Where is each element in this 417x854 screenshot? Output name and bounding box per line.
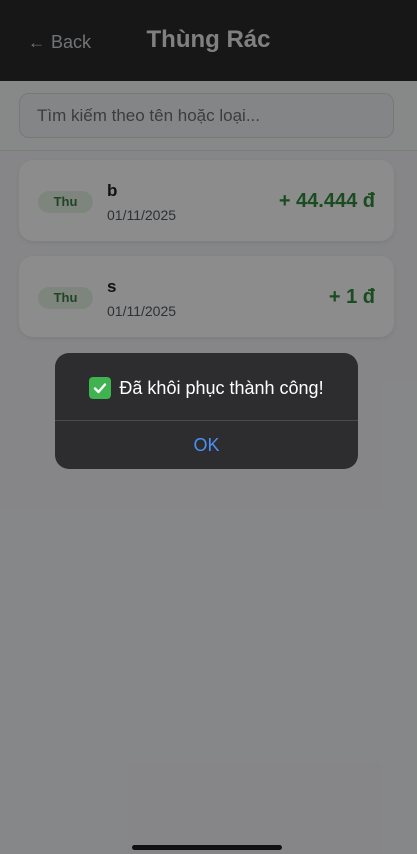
alert-message: Đã khôi phục thành công!: [119, 377, 324, 398]
home-indicator: [132, 845, 282, 850]
alert-message-row: Đã khôi phục thành công!: [55, 373, 358, 403]
check-icon: [89, 377, 112, 399]
ok-button[interactable]: OK: [55, 421, 358, 469]
success-alert: Đã khôi phục thành công! OK: [55, 353, 358, 469]
